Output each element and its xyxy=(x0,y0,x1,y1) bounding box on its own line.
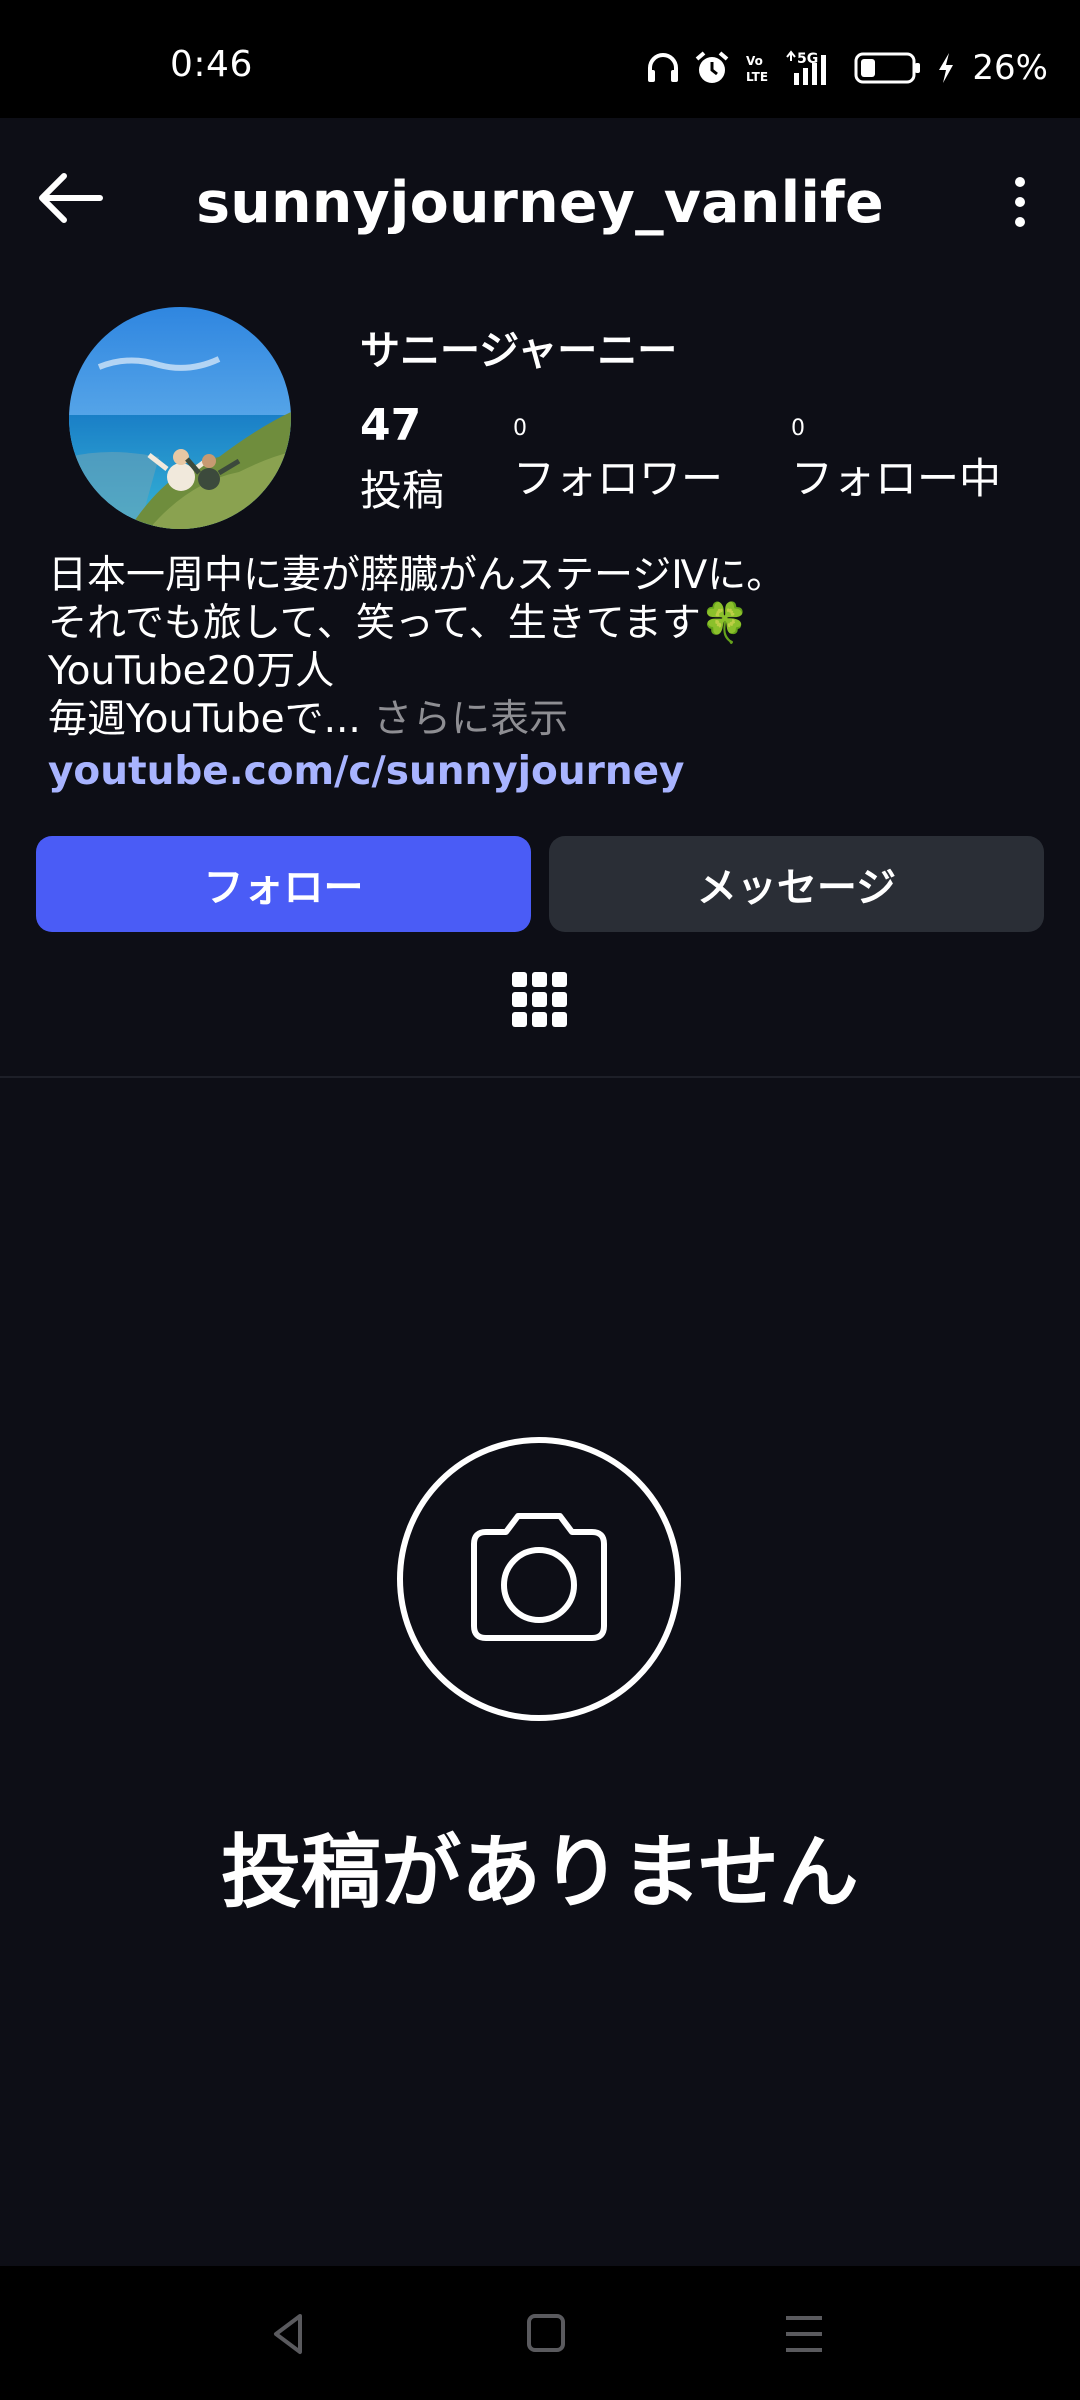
tab-posts-grid[interactable] xyxy=(512,972,568,1040)
status-time: 0:46 xyxy=(170,44,253,85)
svg-text:LTE: LTE xyxy=(746,70,768,84)
nav-back-icon xyxy=(274,2314,302,2354)
posts-label: 投稿 xyxy=(360,466,445,515)
message-button[interactable]: メッセージ xyxy=(549,836,1044,932)
tab-divider xyxy=(0,1076,1080,1078)
bio-line-1: 日本一周中に妻が膵臓がんステージⅣに。 xyxy=(48,553,786,598)
more-options-button[interactable] xyxy=(1000,174,1040,230)
empty-state-camera xyxy=(396,1436,682,1722)
battery-percent: 26% xyxy=(972,48,1048,88)
profile-bio: 日本一周中に妻が膵臓がんステージⅣに。 それでも旅して、笑って、生きてます🍀 Y… xyxy=(48,552,1038,796)
status-icons: Vo LTE 5G 26% xyxy=(646,44,1048,92)
svg-text:Vo: Vo xyxy=(746,54,763,68)
nav-menu-icon xyxy=(786,2316,822,2352)
display-name: サニージャーニー xyxy=(360,328,678,374)
posts-count: 47 xyxy=(360,400,422,451)
more-vertical-icon xyxy=(1015,177,1025,227)
bio-more-link[interactable]: さらに表示 xyxy=(361,697,568,742)
avatar-photo xyxy=(69,307,291,529)
nav-home-button[interactable] xyxy=(519,2306,575,2362)
volte-icon: Vo LTE xyxy=(744,51,770,85)
bio-website-link[interactable]: youtube.com/c/sunnyjourney xyxy=(48,748,1038,796)
posts-stat: 47 投稿 xyxy=(360,400,444,518)
nav-home-icon xyxy=(527,2314,565,2352)
follow-button[interactable]: フォロー xyxy=(36,836,531,932)
bio-line-4-text: 毎週YouTubeで... xyxy=(48,697,361,742)
charging-icon xyxy=(936,51,956,85)
profile-header: sunnyjourney_vanlife xyxy=(0,118,1080,286)
empty-state-text: 投稿がありません xyxy=(221,1826,859,1919)
headphones-icon xyxy=(646,52,680,84)
nav-back-button[interactable] xyxy=(262,2306,318,2362)
following-stat[interactable]: 0 フォロー中 xyxy=(791,416,1001,506)
system-nav-bar xyxy=(0,2266,1080,2400)
bio-line-3: YouTube20万人 xyxy=(48,649,335,694)
profile-username: sunnyjourney_vanlife xyxy=(196,170,884,236)
bio-line-4: 毎週YouTubeで... さらに表示 xyxy=(48,696,1038,744)
battery-icon xyxy=(854,51,922,85)
followers-stat[interactable]: 0 フォロワー xyxy=(513,416,723,506)
nav-menu-button[interactable] xyxy=(776,2306,832,2362)
camera-icon xyxy=(397,1437,681,1721)
signal-icon: 5G xyxy=(784,49,840,87)
grid-icon xyxy=(512,972,567,1027)
profile-avatar[interactable] xyxy=(69,307,291,529)
status-bar: 0:46 Vo LTE 5G 26% xyxy=(0,0,1080,118)
followers-label: フォロワー xyxy=(513,454,724,503)
bio-line-2: それでも旅して、笑って、生きてます🍀 xyxy=(48,601,750,646)
profile-screen: 0:46 Vo LTE 5G 26% sunnyjourney_vanlife … xyxy=(0,0,1080,2400)
alarm-icon xyxy=(694,50,730,86)
following-count: 0 xyxy=(791,416,805,441)
following-label: フォロー中 xyxy=(791,454,1002,503)
followers-count: 0 xyxy=(513,416,527,441)
